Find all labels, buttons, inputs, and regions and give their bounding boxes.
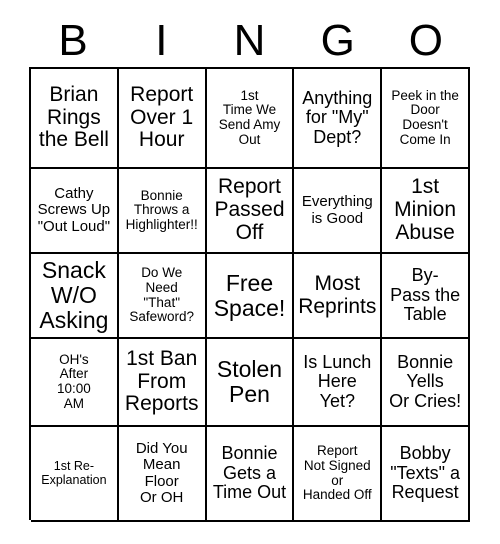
bingo-cell-n5[interactable]: Bonnie Gets a Time Out bbox=[206, 427, 295, 522]
bingo-cell-o2[interactable]: 1st Minion Abuse bbox=[382, 169, 470, 254]
bingo-cell-o3[interactable]: By- Pass the Table bbox=[382, 254, 470, 339]
bingo-cell-label: Report Passed Off bbox=[214, 175, 285, 244]
bingo-cell-i5[interactable]: Did You Mean Floor Or OH bbox=[118, 427, 207, 522]
bingo-cell-g3[interactable]: Most Reprints bbox=[294, 254, 383, 339]
bingo-cell-b5[interactable]: 1st Re- Explanation bbox=[31, 427, 119, 522]
bingo-cell-o4[interactable]: Bonnie Yells Or Cries! bbox=[382, 339, 470, 427]
bingo-cell-label: 1st Re- Explanation bbox=[41, 459, 107, 487]
bingo-cell-i2[interactable]: Bonnie Throws a Highlighter!! bbox=[118, 169, 207, 254]
bingo-cell-n2[interactable]: Report Passed Off bbox=[206, 169, 295, 254]
bingo-cell-label: Free Space! bbox=[213, 269, 286, 321]
bingo-cell-label: Peek in the Door Doesn't Come In bbox=[391, 87, 459, 147]
bingo-cell-label: Brian Rings the Bell bbox=[38, 82, 109, 152]
bingo-cell-label: Did You Mean Floor Or OH bbox=[135, 440, 188, 506]
bingo-cell-n1[interactable]: 1st Time We Send Amy Out bbox=[206, 69, 295, 169]
bingo-cell-b3[interactable]: Snack W/O Asking bbox=[31, 254, 119, 339]
header-letter-i: I bbox=[155, 15, 168, 65]
bingo-cell-label: Snack W/O Asking bbox=[39, 257, 109, 333]
header-letter-b: B bbox=[58, 15, 88, 65]
bingo-cell-label: Bonnie Gets a Time Out bbox=[212, 443, 287, 503]
bingo-cell-i1[interactable]: Report Over 1 Hour bbox=[118, 69, 207, 169]
bingo-cell-g4[interactable]: Is Lunch Here Yet? bbox=[294, 339, 383, 427]
bingo-cell-label: 1st Ban From Reports bbox=[124, 346, 199, 416]
bingo-cell-label: 1st Minion Abuse bbox=[394, 175, 457, 244]
bingo-cell-label: Most Reprints bbox=[298, 271, 377, 318]
bingo-cell-label: 1st Time We Send Amy Out bbox=[218, 87, 281, 147]
bingo-cell-b2[interactable]: Cathy Screws Up "Out Loud" bbox=[31, 169, 119, 254]
bingo-cell-label: OH's After 10:00 AM bbox=[57, 351, 91, 411]
bingo-grid: Brian Rings the Bell Report Over 1 Hour … bbox=[29, 67, 470, 522]
bingo-card: B I N G O Brian Rings the Bell Report Ov… bbox=[0, 0, 500, 544]
bingo-cell-label: Bonnie Yells Or Cries! bbox=[389, 351, 462, 411]
bingo-cell-o1[interactable]: Peek in the Door Doesn't Come In bbox=[382, 69, 470, 169]
bingo-cell-label: Anything for "My" Dept? bbox=[302, 87, 373, 147]
bingo-cell-label: Everything is Good bbox=[301, 193, 373, 227]
bingo-cell-b1[interactable]: Brian Rings the Bell bbox=[31, 69, 119, 169]
bingo-cell-label: Bobby "Texts" a Request bbox=[390, 443, 460, 503]
bingo-cell-label: Is Lunch Here Yet? bbox=[303, 351, 372, 411]
bingo-cell-label: By- Pass the Table bbox=[390, 265, 461, 325]
bingo-cell-label: Cathy Screws Up "Out Loud" bbox=[37, 185, 111, 235]
bingo-cell-g5[interactable]: Report Not Signed or Handed Off bbox=[294, 427, 383, 522]
bingo-cell-label: Stolen Pen bbox=[216, 356, 283, 407]
bingo-header-row: B I N G O bbox=[29, 14, 470, 67]
bingo-cell-g1[interactable]: Anything for "My" Dept? bbox=[294, 69, 383, 169]
bingo-cell-o5[interactable]: Bobby "Texts" a Request bbox=[382, 427, 470, 522]
bingo-cell-i4[interactable]: 1st Ban From Reports bbox=[118, 339, 207, 427]
bingo-cell-g2[interactable]: Everything is Good bbox=[294, 169, 383, 254]
header-letter-o: O bbox=[408, 15, 444, 65]
bingo-cell-i3[interactable]: Do We Need "That" Safeword? bbox=[118, 254, 207, 339]
bingo-cell-label: Do We Need "That" Safeword? bbox=[129, 265, 194, 325]
header-letter-g: G bbox=[320, 15, 355, 65]
bingo-cell-label: Report Not Signed or Handed Off bbox=[302, 443, 372, 503]
bingo-cell-label: Report Over 1 Hour bbox=[130, 82, 194, 152]
bingo-cell-n4[interactable]: Stolen Pen bbox=[206, 339, 295, 427]
bingo-cell-b4[interactable]: OH's After 10:00 AM bbox=[31, 339, 119, 427]
bingo-cell-free-space[interactable]: Free Space! bbox=[206, 254, 295, 339]
header-letter-n: N bbox=[233, 15, 266, 65]
bingo-cell-label: Bonnie Throws a Highlighter!! bbox=[125, 187, 198, 232]
